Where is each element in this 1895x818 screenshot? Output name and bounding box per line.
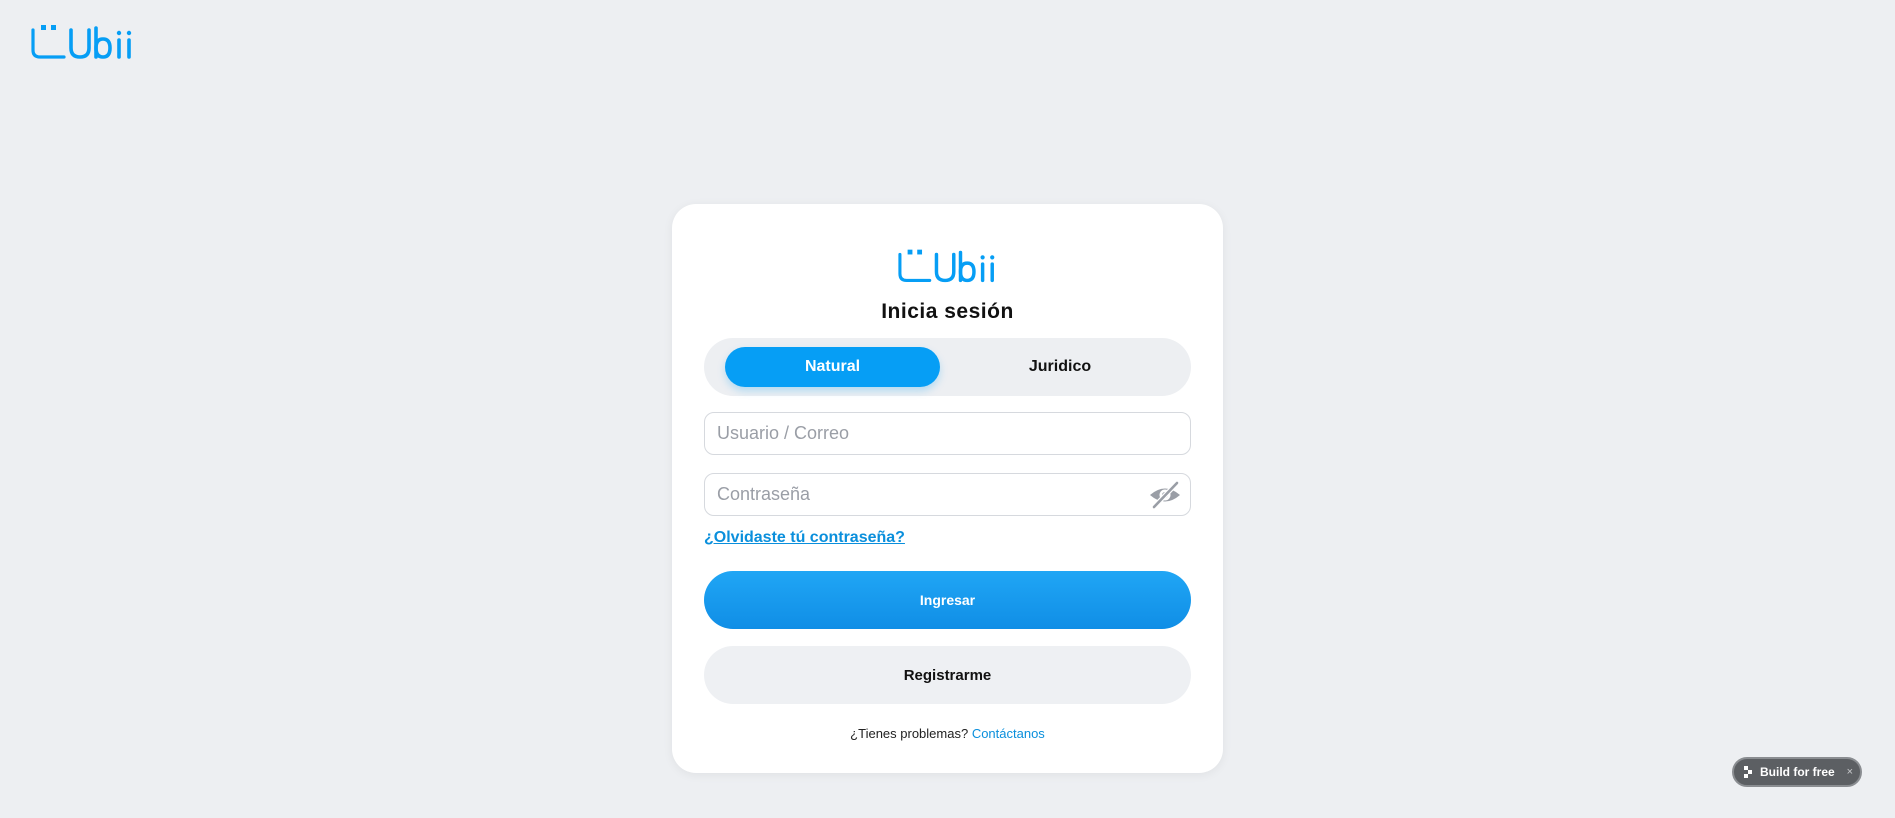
page-title: Inicia sesión [881, 300, 1014, 323]
card-logo [898, 249, 995, 283]
build-for-free-badge[interactable]: Build for free × [1732, 757, 1862, 787]
build-logo-icon [1744, 766, 1752, 778]
register-button[interactable]: Registrarme [704, 646, 1191, 704]
ubii-logo [31, 25, 132, 59]
login-card: Inicia sesión Natural Juridico ¿Olvidast… [672, 204, 1223, 773]
username-field-wrapper [704, 412, 1191, 455]
toggle-natural[interactable]: Natural [725, 347, 940, 387]
password-field-wrapper [704, 473, 1191, 516]
forgot-password-link[interactable]: ¿Olvidaste tú contraseña? [704, 529, 905, 547]
login-button[interactable]: Ingresar [704, 571, 1191, 629]
contact-link[interactable]: Contáctanos [972, 726, 1045, 741]
help-question: ¿Tienes problemas? [850, 726, 969, 741]
close-icon[interactable]: × [1847, 766, 1853, 778]
build-label: Build for free [1760, 765, 1835, 779]
toggle-juridico[interactable]: Juridico [947, 347, 1173, 387]
username-input[interactable] [705, 413, 1190, 454]
eye-slash-icon[interactable] [1148, 480, 1182, 510]
help-text: ¿Tienes problemas? Contáctanos [672, 726, 1223, 741]
password-input[interactable] [705, 474, 1190, 515]
person-type-toggle: Natural Juridico [704, 338, 1191, 396]
